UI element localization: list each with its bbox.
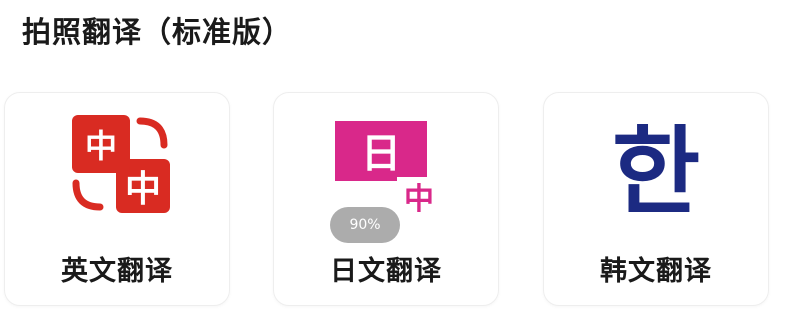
section-title: 拍照翻译（标准版） — [22, 15, 293, 49]
svg-text:中: 中 — [125, 169, 161, 210]
english-translate-label: 英文翻译 — [61, 256, 173, 287]
hangul-han-icon: 한 — [544, 107, 768, 223]
svg-text:한: 한 — [612, 116, 700, 223]
svg-text:日: 日 — [361, 131, 401, 177]
english-translate-card[interactable]: 中 中 英文翻译 — [4, 92, 230, 306]
korean-translate-label: 韩文翻译 — [600, 256, 712, 287]
japanese-translate-card[interactable]: 日 中 日文翻译 — [273, 92, 499, 306]
zoom-level-indicator: 90% — [330, 207, 400, 243]
korean-translate-card[interactable]: 한 韩文翻译 — [543, 92, 769, 306]
translate-ja-zh-icon: 日 中 — [274, 107, 498, 223]
photo-translate-panel: 拍照翻译（标准版） 中 中 英文翻译 日 中 日文翻译 한 韩文翻译 90% — [0, 0, 793, 318]
svg-text:中: 中 — [85, 127, 117, 165]
japanese-translate-label: 日文翻译 — [330, 256, 442, 287]
svg-text:中: 中 — [404, 182, 434, 217]
translate-zh-en-icon: 中 中 — [5, 107, 229, 223]
